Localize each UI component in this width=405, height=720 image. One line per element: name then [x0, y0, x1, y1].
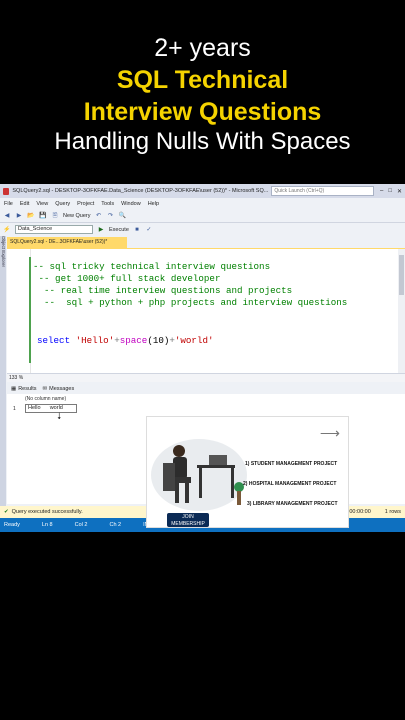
column-number: Col 2 [74, 522, 88, 528]
char-number: Ch 2 [109, 522, 122, 528]
headline-topic: Handling Nulls With Spaces [54, 128, 351, 155]
menu-help[interactable]: Help [148, 201, 159, 207]
sql-code: -- sql tricky technical interview questi… [33, 249, 347, 346]
zoom-level[interactable]: 133 % [7, 373, 405, 382]
editor-gutter [7, 249, 31, 373]
quick-launch-input[interactable]: Quick Launch (Ctrl+Q) [271, 186, 374, 196]
save-icon[interactable]: 💾 [39, 212, 47, 220]
menu-edit[interactable]: Edit [20, 201, 29, 207]
comment-line-3: -- real time interview questions and pro… [33, 285, 293, 296]
headline-interview-questions: Interview Questions [83, 98, 322, 126]
function-space: space [119, 335, 148, 346]
membership-promo-card[interactable]: ⟶ 1) STUDENT MANAGEMENT PROJECT 2) HOSPI… [146, 416, 349, 528]
execute-button[interactable]: Execute [109, 227, 129, 233]
headline-sql-technical: SQL Technical [116, 66, 289, 94]
line-number: Ln 8 [41, 522, 53, 528]
menu-window[interactable]: Window [121, 201, 141, 207]
menu-tools[interactable]: Tools [101, 201, 114, 207]
project-item-hospital[interactable]: 2) HOSPITAL MANAGEMENT PROJECT [243, 481, 336, 487]
title-bar: SQLQuery2.sql - DESKTOP-3OFKFAE.Data_Sci… [0, 184, 405, 198]
keyword-select: select [37, 335, 71, 346]
standard-toolbar: ◀ ▶ 📂 💾 🗎 New Query ↶ ↷ 🔍 [0, 209, 405, 223]
ssms-app-icon [3, 187, 10, 195]
search-icon[interactable]: 🔍 [119, 212, 127, 220]
window-controls: – □ ✕ [377, 188, 405, 195]
row-count: 1 rows [384, 509, 401, 515]
minimize-icon[interactable]: – [380, 188, 383, 195]
message-icon: ✉ [42, 385, 48, 392]
join-membership-button[interactable]: JOIN MEMBERSHIP [167, 513, 209, 527]
join-label: JOIN [182, 514, 194, 520]
object-explorer-tab[interactable]: Object Explorer [0, 236, 6, 506]
query-editor[interactable]: -- sql tricky technical interview questi… [7, 249, 405, 410]
editor-scrollbar[interactable] [398, 249, 405, 373]
execute-icon[interactable]: ▶ [97, 226, 105, 234]
menu-view[interactable]: View [36, 201, 48, 207]
ready-label: Ready [4, 522, 20, 528]
row-number: 1 [13, 406, 16, 412]
parse-icon[interactable]: ✓ [145, 226, 153, 234]
menu-query[interactable]: Query [55, 201, 70, 207]
grid-icon: ▦ [11, 385, 17, 392]
column-header[interactable]: (No column name) [25, 396, 66, 402]
string-hello: 'Hello' [75, 335, 115, 346]
redo-icon[interactable]: ↷ [107, 212, 115, 220]
project-item-student[interactable]: 1) STUDENT MANAGEMENT PROJECT [245, 461, 337, 467]
membership-label: MEMBERSHIP [171, 520, 205, 527]
select-statement: select 'Hello'+space(10)+'world' [37, 335, 214, 346]
change-tracker-bar [29, 257, 31, 363]
result-cell[interactable]: Hello world [25, 404, 77, 413]
developer-illustration-icon [151, 439, 247, 511]
close-icon[interactable]: ✕ [397, 188, 402, 195]
menu-project[interactable]: Project [77, 201, 94, 207]
new-query-icon[interactable]: 🗎 [51, 212, 59, 220]
string-world: 'world' [174, 335, 214, 346]
arrow-right-icon[interactable]: ⟶ [320, 425, 340, 442]
plug-icon[interactable]: ⚡ [3, 226, 11, 234]
scrollbar-thumb[interactable] [399, 255, 404, 295]
project-item-library[interactable]: 3) LIBRARY MANAGEMENT PROJECT [247, 501, 338, 507]
space-argument: (10) [147, 335, 170, 346]
tab-results[interactable]: ▦ Results [11, 386, 37, 392]
tab-results-label: Results [18, 385, 37, 392]
tab-messages[interactable]: ✉ Messages [43, 386, 75, 392]
menu-bar: File Edit View Query Project Tools Windo… [0, 198, 405, 209]
open-icon[interactable]: 📂 [27, 212, 35, 220]
tab-sqlquery2[interactable]: SQLQuery2.sql - DE...3OFKFAE\user (52))* [7, 237, 127, 248]
maximize-icon[interactable]: □ [388, 188, 392, 195]
elapsed-time: 00:00:00 [349, 509, 371, 515]
mouse-pointer-icon: ⭣ [57, 411, 62, 421]
headline-years: 2+ years [154, 34, 251, 62]
menu-file[interactable]: File [4, 201, 13, 207]
sql-editor-toolbar: ⚡ Data_Science ▶ Execute ■ ✓ [0, 223, 405, 236]
comment-line-4: -- sql + python + php projects and inter… [33, 297, 348, 308]
status-message: Query executed successfully. [11, 509, 83, 515]
comment-line-1: -- sql tricky technical interview questi… [33, 261, 271, 272]
forward-icon[interactable]: ▶ [15, 212, 23, 220]
success-check-icon: ✔ [4, 509, 9, 515]
editor-tabstrip: SQLQuery2.sql - DE...3OFKFAE\user (52))* [7, 236, 405, 250]
window-title: SQLQuery2.sql - DESKTOP-3OFKFAE.Data_Sci… [12, 188, 269, 194]
database-select[interactable]: Data_Science [15, 225, 93, 234]
results-tabstrip: ▦ Results ✉ Messages [7, 383, 405, 394]
comment-line-2: -- get 1000+ full stack developer [33, 273, 221, 284]
back-icon[interactable]: ◀ [3, 212, 11, 220]
new-query-button[interactable]: New Query [63, 213, 91, 219]
stop-icon[interactable]: ■ [133, 226, 141, 234]
undo-icon[interactable]: ↶ [95, 212, 103, 220]
tab-messages-label: Messages [49, 385, 75, 392]
